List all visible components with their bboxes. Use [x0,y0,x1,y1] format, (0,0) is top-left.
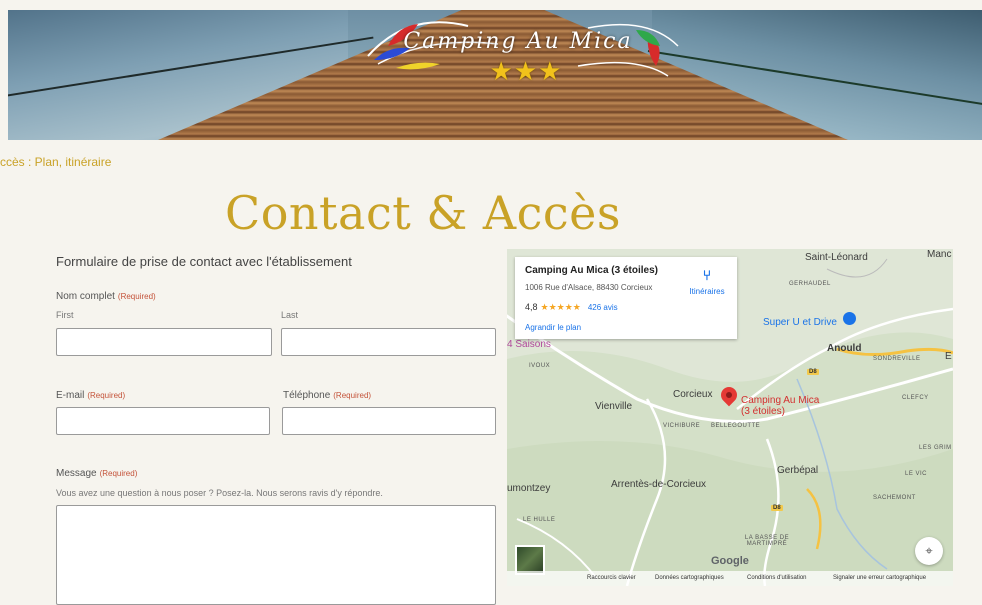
place-label: LES GRIM [919,445,952,451]
recenter-icon[interactable]: ⌖ [915,537,943,565]
place-label: Saint-Léonard [805,252,868,263]
keyboard-shortcuts-link[interactable]: Raccourcis clavier [587,575,636,581]
page-title: Contact & Accès [225,186,621,240]
place-label: LE HULLE [523,517,556,523]
message-label: Message (Required) [56,468,138,479]
directions-link[interactable]: Itinéraires [679,287,735,296]
message-textarea[interactable] [56,505,496,605]
map-info-card: Camping Au Mica (3 étoiles) 1006 Rue d'A… [515,257,737,339]
directions-icon[interactable]: ⑂ [687,267,727,283]
place-label: LE VIC [905,471,928,477]
place-label: Super U et Drive [763,317,837,328]
enlarge-map-link[interactable]: Agrandir le plan [525,323,581,332]
place-label: 4 Saisons [507,339,551,350]
last-name-input[interactable] [281,328,496,356]
map-footer: Raccourcis clavier Données cartographiqu… [507,571,953,586]
place-label: E [945,351,952,362]
place-label: Anould [827,343,862,354]
road-badge: D8 [807,369,819,375]
place-label: GERHAUDEL [789,281,831,287]
place-label: BELLEGOUTTE [711,423,761,429]
place-label: umontzey [507,483,551,494]
place-label: VICHIBURE [663,423,701,429]
email-label: E-mail (Required) [56,390,126,401]
required-marker: (Required) [87,391,126,400]
full-name-label: Nom complet (Required) [56,291,156,302]
place-label: Arrentès-de-Corcieux [611,479,707,490]
first-name-sublabel: First [56,310,74,320]
place-name: Camping Au Mica (3 étoiles) [525,265,658,276]
terms-link[interactable]: Conditions d'utilisation [747,575,807,581]
place-label: SACHEMONT [873,495,916,501]
phone-label: Téléphone (Required) [283,390,372,401]
place-label: IVOUX [529,363,551,369]
first-name-input[interactable] [56,328,272,356]
place-label: Camping Au Mica (3 étoiles) [741,395,820,417]
site-logo[interactable]: Camping Au Mica ★★★ [348,16,688,86]
place-label: Manc [927,249,952,260]
logo-text: Camping Au Mica [403,29,633,54]
google-map[interactable]: Saint-Léonard Manc GERHAUDEL Super U et … [507,249,953,586]
header-banner: Camping Au Mica ★★★ [8,10,982,140]
place-label: SONDREVILLE [873,356,921,362]
phone-field[interactable] [282,407,496,435]
place-label: LA BASSE DE MARTIMPRÉ [744,535,790,547]
place-label: Gerbépal [777,465,819,476]
required-marker: (Required) [117,292,156,301]
required-marker: (Required) [99,469,138,478]
map-data-link[interactable]: Données cartographiques [655,575,724,581]
place-rating: 4,8 ★★★★★ 426 avis [525,302,618,312]
shopping-icon[interactable] [843,312,856,325]
place-label: Corcieux [673,389,713,400]
report-error-link[interactable]: Signaler une erreur cartographique [833,575,926,581]
road-badge: D8 [771,505,783,511]
place-label: Vienville [595,401,633,412]
message-description: Vous avez une question à nous poser ? Po… [56,488,383,498]
rating-stars-icon: ★★★ [489,56,563,86]
breadcrumb[interactable]: ccès : Plan, itinéraire [0,155,111,169]
place-address: 1006 Rue d'Alsace, 88430 Corcieux [525,283,653,292]
google-logo: Google [711,555,749,567]
reviews-link[interactable]: 426 avis [588,303,618,312]
place-label: CLEFCY [902,395,929,401]
rating-stars-icon: ★★★★★ [540,302,581,312]
email-field[interactable] [56,407,270,435]
required-marker: (Required) [333,391,372,400]
last-name-sublabel: Last [281,310,299,320]
form-heading: Formulaire de prise de contact avec l'ét… [56,254,352,269]
